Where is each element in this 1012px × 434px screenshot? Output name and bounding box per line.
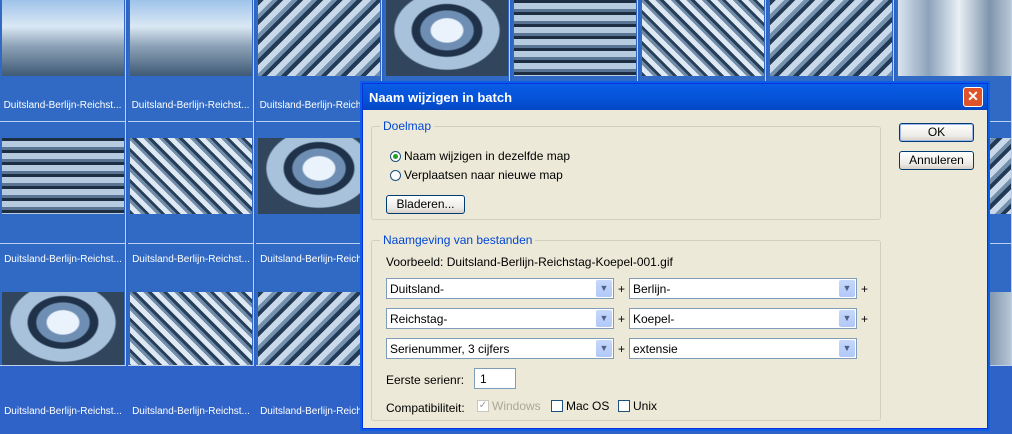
radio-button[interactable] xyxy=(390,150,401,162)
thumbnail-image xyxy=(2,292,124,365)
target-folder-legend: Doelmap xyxy=(380,119,435,133)
compat-macos[interactable]: Mac OS xyxy=(551,399,609,413)
example-value: Duitsland-Berlijn-Reichstag-Koepel-001.g… xyxy=(446,255,673,269)
naming-field-6[interactable]: extensie ▼ xyxy=(629,338,857,359)
browse-button[interactable]: Bladeren... xyxy=(386,195,465,214)
file-naming-group: Naamgeving van bestanden Voorbeeld: Duit… xyxy=(371,233,881,421)
thumbnail-image xyxy=(2,138,124,214)
radio-rename-same-folder[interactable]: Naam wijzigen in dezelfde map xyxy=(390,149,570,163)
thumbnail-image xyxy=(642,0,764,76)
naming-field-5[interactable]: Serienummer, 3 cijfers ▼ xyxy=(386,338,614,359)
thumbnail-caption: Duitsland-Berlijn-Reichst... xyxy=(3,100,122,111)
plus-sign: + xyxy=(861,312,869,326)
thumbnail-image xyxy=(130,292,252,365)
checkbox-label: Windows xyxy=(492,399,541,413)
thumbnail-caption: Duitsland-Berlijn-Reichst... xyxy=(132,406,250,417)
thumbnail-caption: Duitsland-Berlijn-Reichst... xyxy=(131,100,250,111)
ok-button[interactable]: OK xyxy=(899,123,974,142)
thumbnail-cell[interactable] xyxy=(0,122,126,244)
chevron-down-icon[interactable]: ▼ xyxy=(839,280,855,297)
target-folder-group: Doelmap Naam wijzigen in dezelfde map Ve… xyxy=(371,119,881,220)
chevron-down-icon[interactable]: ▼ xyxy=(596,280,612,297)
thumbnail-cell[interactable]: Duitsland-Berlijn-Reichst... xyxy=(128,0,254,122)
chevron-down-icon[interactable]: ▼ xyxy=(596,310,612,327)
thumbnail-image xyxy=(130,138,252,214)
thumbnail-image xyxy=(258,0,380,76)
thumbnail-image xyxy=(130,0,252,76)
select-value: Serienummer, 3 cijfers xyxy=(390,342,510,356)
chevron-down-icon[interactable]: ▼ xyxy=(839,310,855,327)
radio-label: Naam wijzigen in dezelfde map xyxy=(404,149,571,163)
first-serial-input[interactable]: 1 xyxy=(474,368,516,389)
naming-field-1[interactable]: Duitsland- ▼ xyxy=(386,278,614,299)
file-naming-legend: Naamgeving van bestanden xyxy=(380,233,536,247)
plus-sign: + xyxy=(861,282,869,296)
dialog-title: Naam wijzigen in batch xyxy=(369,90,513,105)
select-value: extensie xyxy=(633,342,678,356)
plus-sign: + xyxy=(618,282,626,296)
compat-unix[interactable]: Unix xyxy=(618,399,657,413)
thumbnail-caption: Duitsland-Berlijn-Reichst... xyxy=(4,254,122,265)
thumbnail-cell[interactable]: Duitsland-Berlijn-Reichst... xyxy=(0,0,126,122)
batch-rename-dialog: Naam wijzigen in batch ✕ Doelmap Naam wi… xyxy=(362,83,988,429)
select-value: Reichstag- xyxy=(390,312,448,326)
select-value: Duitsland- xyxy=(390,282,445,296)
thumbnail-image xyxy=(514,0,636,76)
compat-windows: ✓ Windows xyxy=(477,399,541,413)
thumbnail-image xyxy=(770,0,892,76)
radio-button[interactable] xyxy=(390,169,401,181)
example-label-text: Voorbeeld: xyxy=(386,255,444,269)
plus-sign: + xyxy=(618,342,626,356)
first-serial-label: Eerste serienr: xyxy=(386,373,465,387)
radio-move-new-folder[interactable]: Verplaatsen naar nieuwe map xyxy=(390,168,563,182)
checkbox-label: Unix xyxy=(633,399,658,413)
naming-field-4[interactable]: Koepel- ▼ xyxy=(629,308,857,329)
thumbnail-image xyxy=(386,0,508,76)
example-label: Voorbeeld: Duitsland-Berlijn-Reichstag-K… xyxy=(386,255,673,269)
thumbnail-image xyxy=(2,0,124,76)
select-value: Berlijn- xyxy=(633,282,671,296)
chevron-down-icon[interactable]: ▼ xyxy=(596,340,612,357)
checkbox[interactable] xyxy=(618,400,630,412)
thumbnail-caption: Duitsland-Berlijn-Reichst... xyxy=(132,254,250,265)
checkbox-label: Mac OS xyxy=(566,399,610,413)
naming-field-3[interactable]: Reichstag- ▼ xyxy=(386,308,614,329)
radio-label: Verplaatsen naar nieuwe map xyxy=(404,168,563,182)
naming-field-2[interactable]: Berlijn- ▼ xyxy=(629,278,857,299)
dialog-titlebar[interactable]: Naam wijzigen in batch ✕ xyxy=(363,84,987,110)
thumbnail-image xyxy=(898,0,1011,76)
compatibility-label: Compatibiliteit: xyxy=(386,401,465,415)
checkmark-icon: ✓ xyxy=(477,400,489,412)
cancel-button[interactable]: Annuleren xyxy=(899,151,974,170)
close-icon[interactable]: ✕ xyxy=(963,87,983,107)
thumbnail-cell[interactable] xyxy=(128,122,254,244)
checkbox[interactable] xyxy=(551,400,563,412)
select-value: Koepel- xyxy=(633,312,675,326)
chevron-down-icon[interactable]: ▼ xyxy=(839,340,855,357)
thumbnail-caption: Duitsland-Berlijn-Reichst... xyxy=(4,406,122,417)
plus-sign: + xyxy=(618,312,626,326)
